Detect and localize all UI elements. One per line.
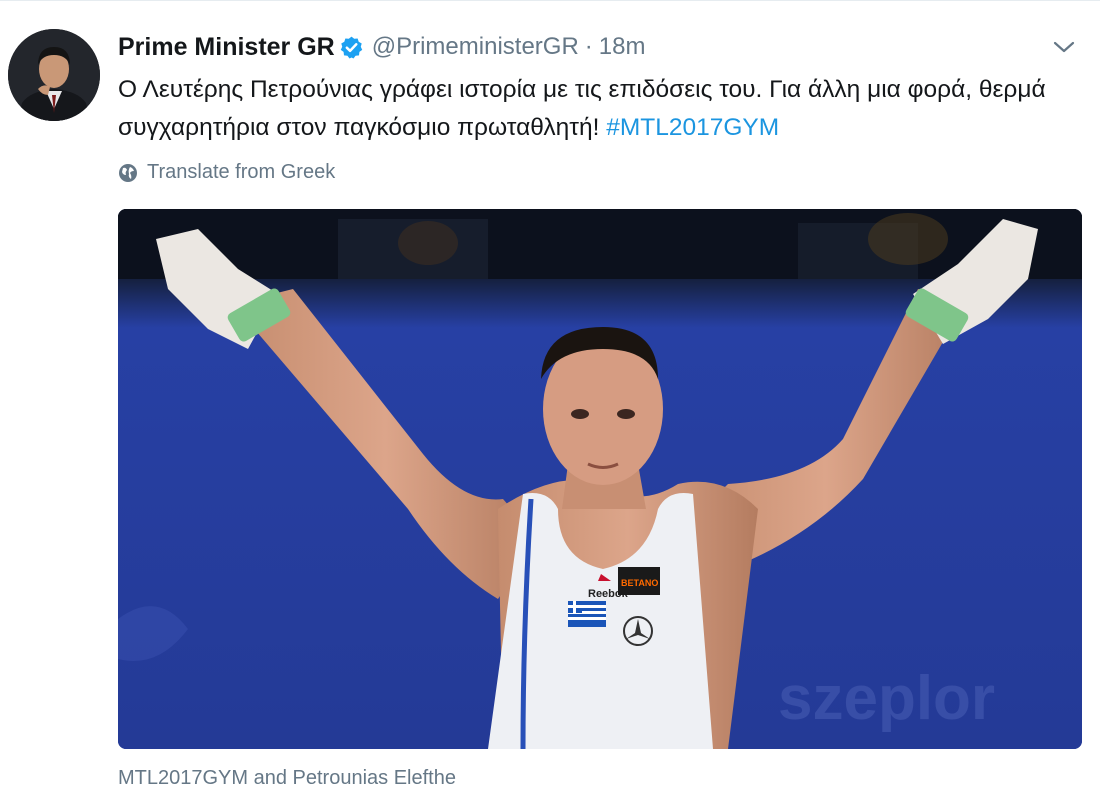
- avatar[interactable]: [8, 29, 100, 121]
- verified-badge-icon: [340, 36, 362, 59]
- jersey-sponsor-label: BETANO: [621, 578, 658, 588]
- translate-label: Translate from Greek: [147, 161, 336, 183]
- tweet-card[interactable]: Prime Minister GR @PrimeministerGR · 18m…: [0, 0, 1100, 798]
- chevron-down-icon[interactable]: [1052, 37, 1076, 57]
- tweet-media-photo[interactable]: szeplor Reebok BETANO: [118, 209, 1082, 749]
- display-name[interactable]: Prime Minister GR: [118, 33, 335, 62]
- gymnast-photo-image: szeplor Reebok BETANO: [118, 209, 1082, 749]
- hashtag-link[interactable]: #MTL2017GYM: [606, 114, 779, 141]
- separator-dot: ·: [584, 33, 593, 60]
- media-caption[interactable]: MTL2017GYM and Petrounias Elefthe: [118, 767, 456, 790]
- tweet-header: Prime Minister GR @PrimeministerGR · 18m: [118, 31, 645, 63]
- handle[interactable]: @PrimeministerGR: [372, 33, 579, 61]
- avatar-portrait-image: [8, 29, 100, 121]
- timestamp[interactable]: 18m: [599, 33, 646, 61]
- svg-text:szeplor: szeplor: [778, 664, 995, 733]
- globe-icon: [119, 163, 137, 182]
- greek-flag-icon: [568, 601, 606, 627]
- tweet-body: Ο Λευτέρης Πετρούνιας γράφει ιστορία με …: [118, 76, 1046, 141]
- translate-button[interactable]: Translate from Greek: [118, 161, 335, 184]
- tweet-text: Ο Λευτέρης Πετρούνιας γράφει ιστορία με …: [118, 71, 1083, 147]
